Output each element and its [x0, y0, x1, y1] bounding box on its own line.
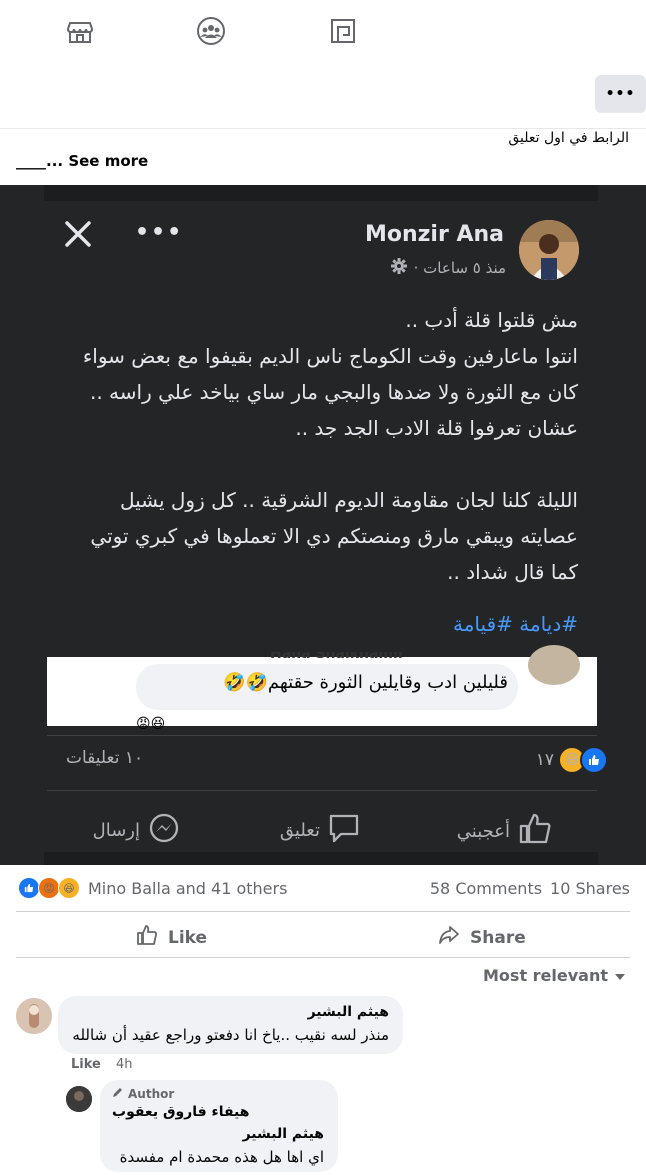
embedded-reactions: 😡😆 [136, 716, 166, 732]
share-button[interactable]: Share [438, 924, 526, 951]
gear-icon [390, 257, 408, 279]
like-label: Like [168, 927, 208, 948]
likes-count: ١٧ [535, 750, 554, 770]
reply-author-name[interactable]: هيفاء فاروق يعقوب [112, 1104, 249, 1120]
messenger-icon [148, 812, 180, 849]
like-reaction-icon [580, 746, 608, 774]
post-caption: الرابط في اول تعليق [508, 130, 629, 146]
pencil-icon [112, 1086, 124, 1101]
like-reaction-icon [18, 877, 40, 899]
screenshot-comment-action: تعليق [280, 812, 360, 849]
share-label: Share [470, 927, 526, 948]
comment-sort-dropdown[interactable]: Most relevant [483, 966, 626, 985]
more-options-button[interactable]: ••• [595, 75, 646, 113]
screenshot-edge [44, 852, 598, 865]
like-label: أعجبني [456, 821, 510, 842]
reactions-summary[interactable]: 😡 😆 Mino Balla and 41 others [18, 877, 287, 899]
comment-icon [328, 812, 360, 849]
reply-mention[interactable]: هيثم البشير [243, 1126, 324, 1142]
post-time: منذ ٥ ساعات · [413, 259, 506, 277]
embedded-commenter-name: Hana Shaikhalim [270, 652, 403, 660]
screenshot-send-action: إرسال [93, 812, 180, 849]
comment-label: تعليق [279, 820, 320, 841]
author-badge-label: Author [128, 1086, 175, 1101]
post-meta: منذ ٥ ساعات · [390, 257, 506, 279]
author-badge: Author [112, 1086, 174, 1101]
see-more-link[interactable]: ____... See more [16, 152, 148, 170]
reactors-label: Mino Balla and 41 others [88, 878, 288, 898]
comment-like-button[interactable]: Like [71, 1057, 101, 1072]
comments-count[interactable]: 58 Comments [430, 879, 542, 898]
screenshot-edge [44, 185, 598, 201]
like-button[interactable]: Like [136, 924, 207, 951]
reply-bubble: Author هيفاء فاروق يعقوب هيثم البشير اي … [100, 1080, 338, 1172]
divider [16, 957, 630, 958]
send-label: إرسال [92, 820, 140, 841]
caret-down-icon [614, 966, 626, 985]
embedded-avatar [528, 645, 580, 685]
commenter-avatar[interactable] [16, 998, 52, 1034]
reaction-icons: 😡 😆 [18, 877, 80, 899]
shares-count[interactable]: 10 Shares [550, 879, 630, 898]
commenter-name[interactable]: هيثم البشير [308, 1004, 389, 1020]
divider [47, 790, 597, 791]
marketplace-icon[interactable] [63, 14, 97, 48]
screenshot-like-action: أعجبني [457, 812, 552, 851]
avatar [519, 220, 579, 280]
pages-icon[interactable] [326, 14, 360, 48]
dots-icon: ••• [135, 220, 184, 245]
screenshot-reactions: ١٧ 😆 [536, 746, 608, 774]
divider [47, 735, 597, 736]
comment-bubble: هيثم البشير منذر لسه نقيب ..ياخ انا دفعت… [58, 996, 403, 1054]
hashtags[interactable]: #ديامة #قيامة [453, 612, 578, 636]
reply-avatar[interactable] [66, 1086, 92, 1112]
haha-icon: 😆 [58, 877, 80, 899]
screenshot-post-body: مش قلتوا قلة أدب .. انتوا ماعارفين وقت ا… [82, 308, 578, 584]
thumbs-up-icon [136, 924, 158, 951]
angry-icon: 😡 [38, 877, 60, 899]
screenshot-comments-count: ١٠ تعليقات [66, 748, 144, 768]
share-icon [438, 924, 460, 951]
top-nav [0, 0, 646, 63]
embedded-comment-text: قليلين ادب وقايلين الثورة حقتهم🤣🤣 [223, 672, 508, 693]
post-stats: 😡 😆 Mino Balla and 41 others 58 Comments… [18, 876, 630, 900]
groups-icon[interactable] [194, 14, 228, 48]
post-header-bar [0, 62, 646, 129]
comment-time: 4h [116, 1057, 133, 1072]
comment-text: منذر لسه نقيب ..ياخ انا دفعتو وراجع عقيد… [72, 1026, 389, 1044]
divider [16, 911, 630, 912]
thumbs-up-icon [518, 812, 552, 851]
reply-text: اي اها هل هذه محمدة ام مفسدة [119, 1148, 324, 1166]
author-name: Monzir Ana [364, 222, 504, 247]
close-icon [62, 218, 94, 250]
sort-label: Most relevant [483, 966, 608, 985]
